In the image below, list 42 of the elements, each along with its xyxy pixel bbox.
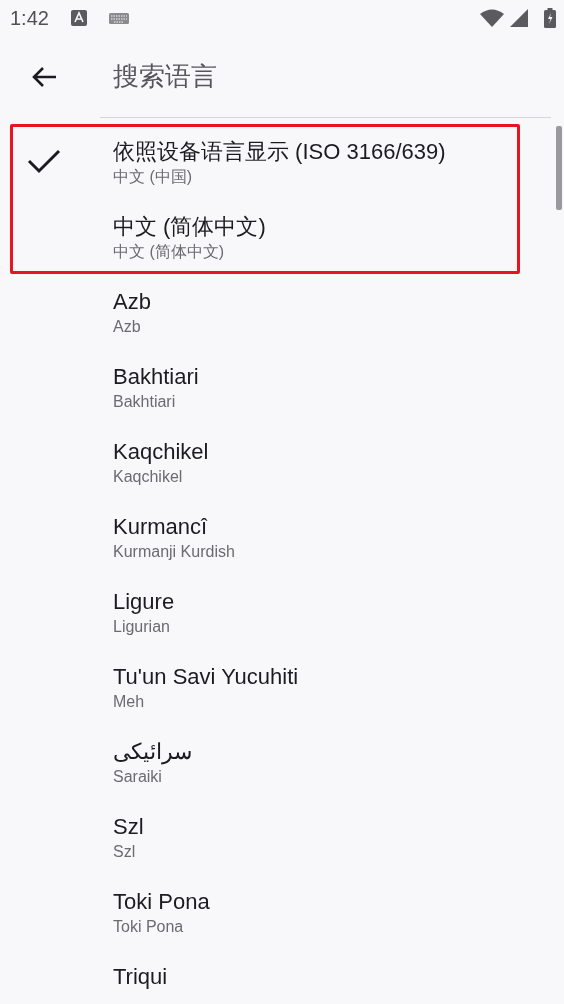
language-option[interactable]: Toki Pona Toki Pona bbox=[0, 874, 564, 949]
language-option[interactable]: Triqui bbox=[0, 949, 564, 1004]
language-native-name: 中文 (中国) bbox=[113, 167, 194, 187]
language-name: Bakhtiari bbox=[113, 363, 199, 391]
language-native-name: Bakhtiari bbox=[113, 392, 177, 412]
language-name: Toki Pona bbox=[113, 888, 210, 916]
wifi-icon bbox=[480, 9, 504, 27]
language-name: سرائیکی bbox=[113, 738, 192, 767]
language-native-name: Kurmanji Kurdish bbox=[113, 542, 235, 562]
language-name: Kurmancî bbox=[113, 513, 209, 541]
language-option[interactable]: Azb Azb bbox=[0, 274, 564, 349]
language-option[interactable]: Kaqchikel Kaqchikel bbox=[0, 424, 564, 499]
status-time: 1:42 bbox=[10, 6, 49, 31]
language-name: Kaqchikel bbox=[113, 438, 209, 466]
app-notification-icon bbox=[70, 10, 87, 26]
language-name: Tu'un Savi Yucuhiti bbox=[113, 663, 299, 691]
language-native-name: Toki Pona bbox=[113, 917, 185, 937]
language-option[interactable]: Tu'un Savi Yucuhiti Meh bbox=[0, 649, 564, 724]
search-field[interactable]: 搜索语言 bbox=[113, 57, 552, 96]
language-option[interactable]: 依照设备语言显示 (ISO 3166/639) 中文 (中国) bbox=[0, 124, 517, 199]
language-native-name: Meh bbox=[113, 692, 146, 712]
back-arrow-icon bbox=[31, 65, 57, 88]
language-option[interactable]: Szl Szl bbox=[0, 799, 564, 874]
language-option[interactable]: Ligure Ligurian bbox=[0, 574, 564, 649]
language-option[interactable]: Kurmancî Kurmanji Kurdish bbox=[0, 499, 564, 574]
language-name: Ligure bbox=[113, 588, 175, 616]
language-name: 中文 (简体中文) bbox=[113, 213, 266, 241]
language-native-name: Kaqchikel bbox=[113, 467, 184, 487]
language-name: 依照设备语言显示 (ISO 3166/639) bbox=[113, 138, 446, 166]
language-name: Triqui bbox=[113, 963, 168, 991]
language-native-name: Saraiki bbox=[113, 767, 163, 787]
language-name: Szl bbox=[113, 813, 144, 841]
battery-icon bbox=[544, 8, 556, 28]
language-option[interactable]: Bakhtiari Bakhtiari bbox=[0, 349, 564, 424]
language-native-name: Szl bbox=[113, 842, 137, 862]
keyboard-icon bbox=[108, 12, 129, 24]
language-option[interactable]: 中文 (简体中文) 中文 (简体中文) bbox=[0, 199, 517, 274]
language-native-name: Azb bbox=[113, 317, 142, 337]
language-native-name: 中文 (简体中文) bbox=[113, 242, 226, 262]
language-native-name: Ligurian bbox=[113, 617, 171, 637]
signal-icon bbox=[510, 9, 528, 27]
language-name: Azb bbox=[113, 288, 151, 316]
